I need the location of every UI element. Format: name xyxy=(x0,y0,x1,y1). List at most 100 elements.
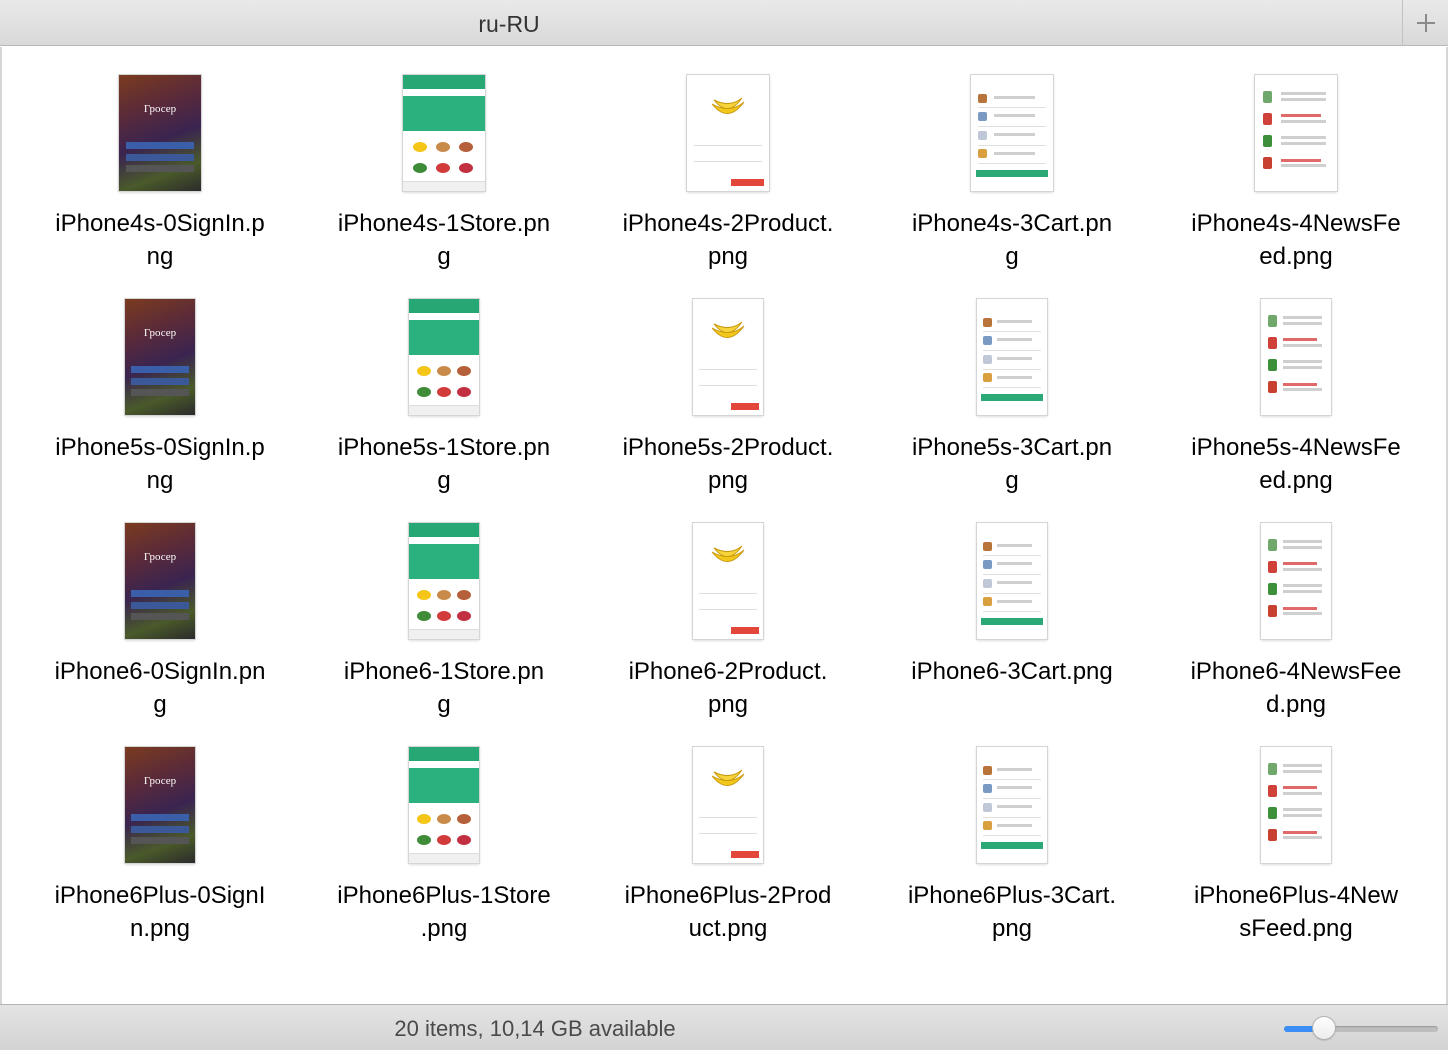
thumbnail-add-button xyxy=(730,627,759,635)
thumbnail-divider xyxy=(982,779,1042,781)
thumbnail-divider xyxy=(977,107,1047,109)
file-name-line: g xyxy=(1005,243,1019,270)
file-item[interactable]: iPhone4s-3Cart.pn g xyxy=(870,67,1154,291)
file-name-line: png xyxy=(707,691,749,718)
file-name-line: iPhone6-1Store.pn xyxy=(343,658,545,685)
thumbnail-text-line xyxy=(1283,546,1322,550)
thumbnail-text-line xyxy=(1283,814,1322,818)
file-thumbnail xyxy=(403,75,485,191)
file-item[interactable]: iPhone4s-2Product. png xyxy=(586,67,870,291)
file-name: iPhone6Plus-0SignI n.png xyxy=(35,879,285,945)
thumbnail-text-line xyxy=(1283,786,1317,790)
thumbnail-fruit xyxy=(437,590,451,601)
thumbnail-divider xyxy=(977,163,1047,165)
file-name-line: sFeed.png xyxy=(1239,915,1353,942)
file-thumbnail xyxy=(977,523,1047,639)
file-item[interactable]: iPhone6Plus-3Cart. png xyxy=(870,739,1154,963)
thumbnail-text-line xyxy=(1283,830,1317,834)
thumbnail-text-line xyxy=(1283,568,1322,572)
thumbnail-text-line xyxy=(996,581,1032,584)
file-name-line: iPhone5s-1Store.pn xyxy=(337,434,551,461)
thumbnail-wrapper: Гросер xyxy=(125,291,195,415)
file-name: iPhone5s-3Cart.pn g xyxy=(887,431,1137,497)
thumbnail-product xyxy=(1263,157,1273,170)
file-item[interactable]: Гросер iPhone4s-0SignIn.p ng xyxy=(18,67,302,291)
thumbnail-text-line xyxy=(1283,344,1322,348)
thumbnail-fruit xyxy=(437,611,451,622)
thumbnail-fruit xyxy=(437,835,451,846)
file-name: iPhone4s-4NewsFe ed.png xyxy=(1171,207,1421,273)
thumbnail-wrapper xyxy=(1261,291,1331,415)
file-name-line: png xyxy=(707,243,749,270)
file-item[interactable]: iPhone5s-2Product. png xyxy=(586,291,870,515)
file-item[interactable]: Гросер iPhone6Plus-0SignI n.png xyxy=(18,739,302,963)
file-item[interactable]: iPhone6Plus-4New sFeed.png xyxy=(1154,739,1438,963)
file-item[interactable]: iPhone6Plus-2Prod uct.png xyxy=(586,739,870,963)
file-thumbnail xyxy=(693,747,763,863)
thumbnail-wrapper xyxy=(977,515,1047,639)
file-name: iPhone4s-0SignIn.p ng xyxy=(35,207,285,273)
file-name: iPhone6-4NewsFee d.png xyxy=(1171,655,1421,721)
thumbnail-product xyxy=(977,130,987,140)
thumbnail-fruit xyxy=(456,366,471,377)
thumbnail-product xyxy=(1268,807,1277,820)
thumbnail-add-button xyxy=(731,179,765,187)
thumbnail-text-line xyxy=(1281,142,1327,146)
file-item[interactable]: Гросер iPhone6-0SignIn.pn g xyxy=(18,515,302,739)
thumbnail-fruit xyxy=(458,142,473,153)
thumbnail-divider xyxy=(982,611,1042,613)
file-name: iPhone5s-2Product. png xyxy=(603,431,853,497)
file-item[interactable]: iPhone6-2Product. png xyxy=(586,515,870,739)
file-name: iPhone5s-4NewsFe ed.png xyxy=(1171,431,1421,497)
thumbnail-divider xyxy=(982,555,1042,557)
finder-window: ru-RU Гросер iPhone4s-0SignIn.p ng iPhone4s… xyxy=(0,0,1448,1050)
thumbnail-button xyxy=(130,377,190,385)
file-item[interactable]: iPhone5s-4NewsFe ed.png xyxy=(1154,291,1438,515)
file-name-line: ng xyxy=(146,467,174,494)
file-name: iPhone6Plus-4New sFeed.png xyxy=(1171,879,1421,945)
file-item[interactable]: iPhone6-3Cart.png xyxy=(870,515,1154,739)
file-name-line: .png xyxy=(420,915,468,942)
thumbnail-wrapper: Гросер xyxy=(125,739,195,863)
thumbnail-checkout-bar xyxy=(981,618,1043,626)
thumbnail-text-line xyxy=(1283,590,1322,594)
file-item[interactable]: Гросер iPhone5s-0SignIn.p ng xyxy=(18,291,302,515)
file-name-line: iPhone6Plus-4New xyxy=(1193,882,1399,909)
thumbnail-divider xyxy=(982,798,1042,800)
add-tab-button[interactable] xyxy=(1402,0,1448,46)
file-item[interactable]: iPhone6Plus-1Store .png xyxy=(302,739,586,963)
banana-icon xyxy=(711,321,745,338)
status-text: 20 items, 10,14 GB available xyxy=(394,1016,676,1041)
icon-size-slider[interactable] xyxy=(1284,1017,1438,1039)
thumbnail-product xyxy=(982,821,992,831)
file-item[interactable]: iPhone5s-1Store.pn g xyxy=(302,291,586,515)
file-item[interactable]: iPhone5s-3Cart.pn g xyxy=(870,291,1154,515)
file-item[interactable]: iPhone4s-1Store.pn g xyxy=(302,67,586,291)
file-name: iPhone5s-1Store.pn g xyxy=(319,431,569,497)
file-name: iPhone5s-0SignIn.p ng xyxy=(35,431,285,497)
thumbnail-fruit xyxy=(456,387,471,398)
file-name-line: iPhone6-2Product. xyxy=(628,658,828,685)
file-name-line: ed.png xyxy=(1259,243,1333,270)
file-item[interactable]: iPhone6-4NewsFee d.png xyxy=(1154,515,1438,739)
thumbnail-add-button xyxy=(730,851,759,859)
slider-knob[interactable] xyxy=(1313,1017,1336,1039)
file-item[interactable]: iPhone4s-4NewsFe ed.png xyxy=(1154,67,1438,291)
file-thumbnail xyxy=(409,299,479,415)
window-title: ru-RU xyxy=(478,11,540,37)
file-name: iPhone4s-2Product. png xyxy=(603,207,853,273)
file-item[interactable]: iPhone6-1Store.pn g xyxy=(302,515,586,739)
thumbnail-wrapper xyxy=(693,291,763,415)
thumbnail-product xyxy=(1268,359,1277,372)
thumbnail-button xyxy=(130,613,190,621)
thumbnail-text-line xyxy=(993,133,1035,136)
file-name-line: g xyxy=(1005,467,1019,494)
file-name-line: iPhone6-3Cart.png xyxy=(911,658,1113,685)
thumbnail-text-line xyxy=(996,767,1032,771)
thumbnail-button xyxy=(125,142,195,150)
thumbnail-divider xyxy=(977,144,1047,146)
thumbnail-divider xyxy=(693,144,763,146)
file-thumbnail xyxy=(977,299,1047,415)
thumbnail-product xyxy=(1268,605,1277,618)
thumbnail-fruit xyxy=(456,814,471,825)
